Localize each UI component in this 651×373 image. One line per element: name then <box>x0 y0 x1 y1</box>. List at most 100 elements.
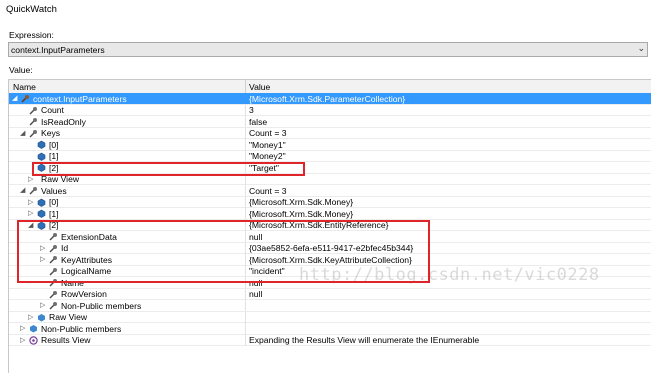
expression-combobox[interactable]: ⌄ <box>8 42 648 57</box>
wrench-icon <box>21 94 30 103</box>
field-icon <box>37 163 46 172</box>
tree-row-value[interactable]: false <box>249 117 267 127</box>
results-icon <box>29 335 38 345</box>
chevron-down-icon[interactable]: ⌄ <box>637 43 645 54</box>
column-divider <box>245 265 246 277</box>
field-icon <box>37 198 46 207</box>
column-divider <box>245 173 246 185</box>
expand-triangle-icon[interactable]: ▷ <box>20 324 27 333</box>
tree-row[interactable]: ▷ [1] {Microsoft.Xrm.Sdk.Money} <box>9 208 651 220</box>
property-icon <box>49 232 58 241</box>
property-icon <box>49 267 58 276</box>
expand-triangle-icon[interactable]: ▷ <box>28 209 35 218</box>
column-divider <box>245 323 246 334</box>
tree-row-name: context.InputParameters <box>33 93 127 104</box>
raw-icon <box>29 324 38 333</box>
tree-row-value[interactable]: null <box>249 289 262 299</box>
tree-row-name: Raw View <box>49 312 88 322</box>
tree-row[interactable]: ◢ Keys Count = 3 <box>9 127 651 139</box>
property-icon <box>49 290 58 299</box>
tree-row[interactable]: ▷ Id {03ae5852-6efa-e511-9417-e2bfec45b344… <box>9 242 651 254</box>
tree-row-value[interactable]: "incident" <box>249 266 285 276</box>
expand-triangle-icon[interactable]: ▷ <box>40 244 47 253</box>
property-icon <box>49 278 58 287</box>
expand-triangle-icon[interactable]: ▷ <box>40 255 47 264</box>
tree-row-name: Id <box>61 243 69 253</box>
grid-header: Name Value <box>9 80 651 94</box>
tree-row[interactable]: ◢ context.InputParameters {Microsoft.Xrm.S… <box>9 93 651 105</box>
tree-row-value[interactable]: {Microsoft.Xrm.Sdk.ParameterCollection} <box>249 94 405 104</box>
tree-row[interactable]: ▷ Non-Public members <box>9 300 651 312</box>
tree-row-value[interactable]: {Microsoft.Xrm.Sdk.Money} <box>249 197 353 207</box>
expand-triangle-icon[interactable]: ▷ <box>28 175 35 184</box>
tree-row[interactable]: IsReadOnly false <box>9 116 651 128</box>
tree-row[interactable]: ▷ Raw View <box>9 173 651 185</box>
tree-row-name: [2] <box>49 162 59 173</box>
column-divider <box>245 242 246 254</box>
tree-row[interactable]: ◢ [2] {Microsoft.Xrm.Sdk.EntityReference} <box>9 219 651 231</box>
tree-row[interactable]: [2] "Target" <box>9 162 651 174</box>
tree-row-value[interactable]: "Money1" <box>249 140 286 150</box>
tree-row-value[interactable]: {Microsoft.Xrm.Sdk.Money} <box>249 209 353 219</box>
tree-row-name: IsReadOnly <box>41 116 86 127</box>
expression-input[interactable] <box>9 43 611 56</box>
column-divider <box>245 116 246 127</box>
tree-row-name: Keys <box>41 128 61 138</box>
tree-row[interactable]: ▷ Raw View <box>9 311 651 323</box>
tree-row-value[interactable]: {Microsoft.Xrm.Sdk.EntityReference} <box>249 220 388 230</box>
column-divider <box>245 231 246 242</box>
column-divider[interactable] <box>245 80 246 93</box>
collapse-triangle-icon[interactable]: ◢ <box>28 221 35 230</box>
tree-row[interactable]: RowVersion null <box>9 288 651 300</box>
tree-row-value[interactable]: {03ae5852-6efa-e511-9417-e2bfec45b344} <box>249 243 413 253</box>
tree-row-name: Non-Public members <box>41 323 122 334</box>
field-icon <box>37 140 46 149</box>
raw-icon <box>37 313 46 322</box>
tree-row-name: [0] <box>49 139 59 150</box>
tree-row[interactable]: [1] "Money2" <box>9 150 651 162</box>
tree-row[interactable]: ▷ KeyAttributes {Microsoft.Xrm.Sdk.KeyAttr… <box>9 254 651 266</box>
tree-row-value[interactable]: 3 <box>249 105 254 115</box>
column-divider <box>245 93 246 104</box>
tree-row[interactable]: ◢ Values Count = 3 <box>9 185 651 197</box>
tree-row-name: Count <box>41 105 64 115</box>
expand-triangle-icon[interactable]: ▷ <box>28 313 35 322</box>
tree-row-name: [0] <box>49 197 59 207</box>
tree-row-value[interactable]: null <box>249 278 262 288</box>
collapse-triangle-icon[interactable]: ◢ <box>20 186 27 195</box>
column-divider <box>245 150 246 162</box>
collapse-triangle-icon[interactable]: ◢ <box>12 94 19 103</box>
expand-triangle-icon[interactable]: ▷ <box>28 198 35 207</box>
tree-row[interactable]: ▷ Results View Expanding the Results View … <box>9 334 651 346</box>
tree-row[interactable]: [0] "Money1" <box>9 139 651 151</box>
tree-row-value[interactable]: {Microsoft.Xrm.Sdk.KeyAttributeCollectio… <box>249 255 412 265</box>
column-divider <box>245 277 246 288</box>
tree-row-value[interactable]: "Target" <box>249 163 279 173</box>
tree-row-name: Raw View <box>41 174 80 184</box>
title-bar: QuickWatch <box>0 0 651 22</box>
collapse-triangle-icon[interactable]: ◢ <box>20 129 27 138</box>
column-divider <box>245 219 246 231</box>
property-icon <box>29 117 38 126</box>
field-icon <box>37 221 46 230</box>
column-header-value[interactable]: Value <box>249 82 270 92</box>
tree-row[interactable]: ▷ [0] {Microsoft.Xrm.Sdk.Money} <box>9 196 651 208</box>
tree-row[interactable]: ▷ Non-Public members <box>9 323 651 335</box>
column-divider <box>245 196 246 208</box>
watch-grid: Name Value ◢ context.InputParameters {Micr… <box>8 79 651 373</box>
tree-row-name: Results View <box>41 335 91 345</box>
tree-row-value[interactable]: Count = 3 <box>249 128 287 138</box>
tree-row[interactable]: Count 3 <box>9 104 651 116</box>
property-icon <box>49 244 58 253</box>
column-header-name[interactable]: Name <box>13 82 36 92</box>
tree-row-name: Name <box>61 277 84 288</box>
field-icon <box>37 152 46 161</box>
column-divider <box>245 127 246 139</box>
tree-row-value[interactable]: Expanding the Results View will enumerat… <box>249 335 479 345</box>
tree-row[interactable]: ExtensionData null <box>9 231 651 243</box>
expand-triangle-icon[interactable]: ▷ <box>40 301 47 310</box>
tree-row-value[interactable]: "Money2" <box>249 151 286 161</box>
expand-triangle-icon[interactable]: ▷ <box>20 336 27 345</box>
tree-row-value[interactable]: null <box>249 232 262 242</box>
tree-row-value[interactable]: Count = 3 <box>249 186 287 196</box>
